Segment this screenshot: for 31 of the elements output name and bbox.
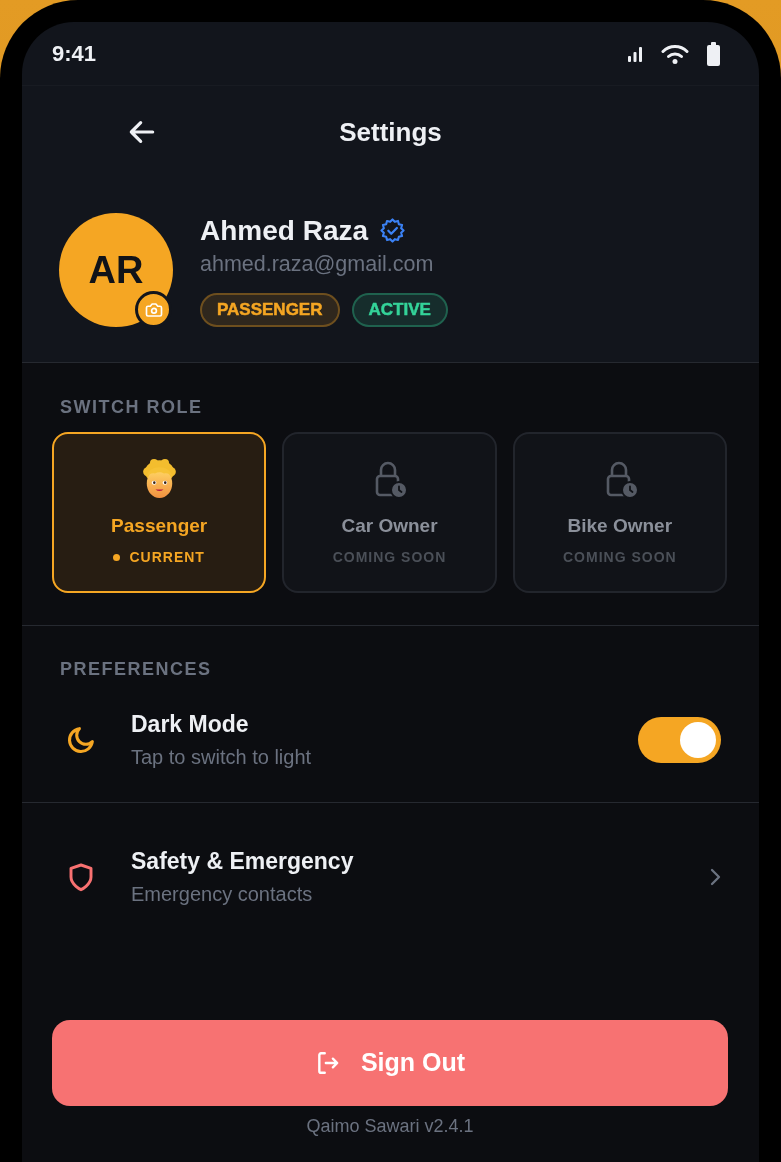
profile-name: Ahmed Raza (200, 213, 369, 248)
setting-subtitle: Tap to switch to light (131, 745, 313, 770)
toggle-switch[interactable] (638, 717, 721, 763)
signal-icon (627, 45, 643, 62)
role-status: COMING SOON (563, 548, 677, 566)
status-time: 9:41 (52, 42, 97, 65)
moon-icon (65, 724, 97, 756)
section-heading: SWITCH ROLE (59, 396, 204, 419)
setting-title: Safety & Emergency (131, 847, 355, 875)
status-dot-icon (113, 553, 121, 561)
role-name: Passenger (111, 514, 208, 538)
role-card[interactable]: Passenger CURRENT (52, 432, 267, 593)
setting-title: Dark Mode (131, 710, 250, 738)
profile-tag: ACTIVE (351, 292, 448, 327)
profile-email: ahmed.raza@gmail.com (200, 250, 435, 278)
role-status: CURRENT (129, 548, 205, 566)
battery-icon (707, 41, 720, 66)
setting-subtitle: Emergency contacts (131, 882, 314, 907)
chevron-right-icon[interactable] (709, 867, 721, 887)
avatar: AR (59, 213, 173, 327)
role-name: Bike Owner (567, 514, 673, 538)
role-status: COMING SOON (332, 548, 447, 566)
camera-icon (144, 300, 163, 319)
role-name: Car Owner (341, 514, 438, 538)
app-version: Qaimo Sawari v2.4.1 (305, 1115, 475, 1138)
section-heading: PREFERENCES (60, 658, 213, 681)
profile-tag: PASSENGER (200, 292, 340, 327)
role-card[interactable]: Bike Owner COMING SOON (512, 432, 727, 593)
screen-title: Settings (339, 115, 442, 149)
wifi-icon (661, 43, 689, 64)
role-card[interactable]: Car Owner COMING SOON (282, 432, 497, 593)
